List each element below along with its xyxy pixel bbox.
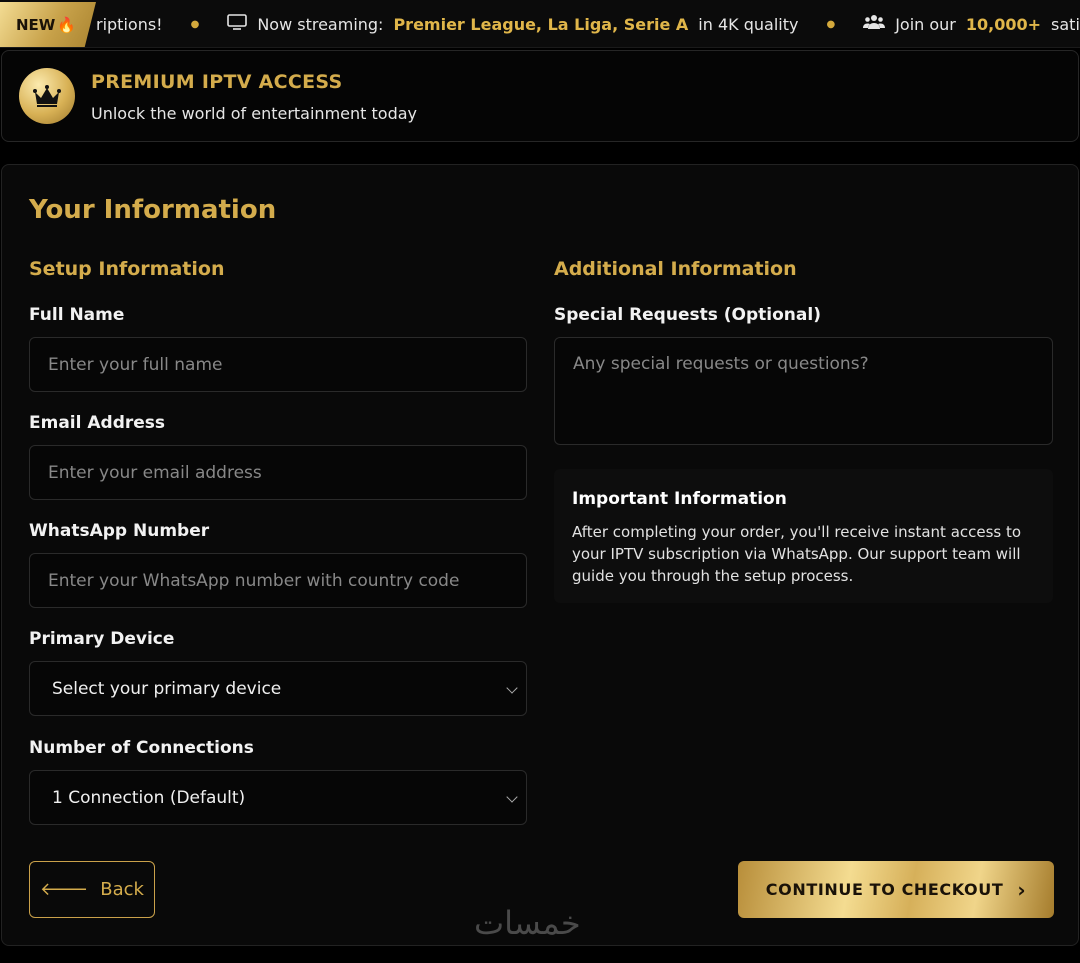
full-name-label: Full Name [29, 305, 125, 325]
connections-select[interactable]: 1 Connection (Default) [29, 770, 527, 825]
chevron-right-icon: › [1017, 877, 1027, 902]
ticker-join-prefix: Join our [895, 14, 956, 34]
connections-value: 1 Connection (Default) [52, 787, 246, 808]
important-info-title: Important Information [572, 489, 787, 509]
primary-device-value: Select your primary device [52, 678, 282, 699]
ticker-track: riptions! ● Now streaming: Premier Leagu… [96, 0, 1080, 47]
full-name-input[interactable] [48, 354, 508, 375]
bullet-icon: ● [826, 18, 836, 30]
new-badge-label: NEW [16, 16, 56, 34]
important-info-text: After completing your order, you'll rece… [572, 523, 1022, 585]
ticker-join-suffix: satisfied [1051, 14, 1080, 34]
email-field[interactable] [29, 445, 527, 500]
information-form-card: Your Information Setup Information Addit… [1, 164, 1079, 946]
crown-icon [19, 68, 75, 124]
special-requests-field[interactable] [554, 337, 1053, 445]
header-title: PREMIUM IPTV ACCESS [91, 71, 343, 93]
back-button-label: Back [100, 879, 144, 900]
ticker-item-subscriptions: riptions! [96, 14, 163, 34]
watermark-logo: خمسات [474, 904, 581, 942]
whatsapp-field[interactable] [29, 553, 527, 608]
connections-label: Number of Connections [29, 738, 254, 758]
email-label: Email Address [29, 413, 166, 433]
bullet-icon: ● [190, 18, 200, 30]
setup-section-title: Setup Information [29, 258, 225, 280]
primary-device-select[interactable]: Select your primary device [29, 661, 527, 716]
arrow-left-icon: 🡐 [40, 879, 89, 900]
form-title: Your Information [29, 195, 277, 225]
brand-header: PREMIUM IPTV ACCESS Unlock the world of … [1, 50, 1079, 142]
additional-section-title: Additional Information [554, 258, 797, 280]
ticker-streaming-suffix: in 4K quality [698, 14, 799, 34]
primary-device-label: Primary Device [29, 629, 175, 649]
fire-icon: 🔥 [57, 16, 77, 34]
full-name-field[interactable] [29, 337, 527, 392]
ticker-join-count: 10,000+ [965, 14, 1042, 34]
chevron-down-icon [506, 791, 518, 803]
announcement-ticker: NEW 🔥 riptions! ● Now streaming: Premier … [0, 0, 1080, 48]
email-input[interactable] [48, 462, 508, 483]
important-info-box: Important Information After completing y… [554, 469, 1053, 603]
continue-to-checkout-button[interactable]: CONTINUE TO CHECKOUT › [738, 861, 1054, 918]
special-requests-label: Special Requests (Optional) [554, 305, 821, 325]
ticker-streaming-prefix: Now streaming: [257, 14, 384, 34]
users-icon [863, 14, 886, 34]
ticker-streaming-leagues: Premier League, La Liga, Serie A [393, 14, 689, 34]
chevron-down-icon [506, 682, 518, 694]
whatsapp-label: WhatsApp Number [29, 521, 210, 541]
back-button[interactable]: 🡐 Back [29, 861, 155, 918]
header-subtitle: Unlock the world of entertainment today [91, 104, 417, 123]
tv-icon [227, 14, 248, 34]
new-badge: NEW 🔥 [0, 2, 96, 47]
special-requests-textarea[interactable] [573, 354, 1034, 428]
whatsapp-input[interactable] [48, 570, 508, 591]
checkout-button-label: CONTINUE TO CHECKOUT [765, 880, 1004, 899]
